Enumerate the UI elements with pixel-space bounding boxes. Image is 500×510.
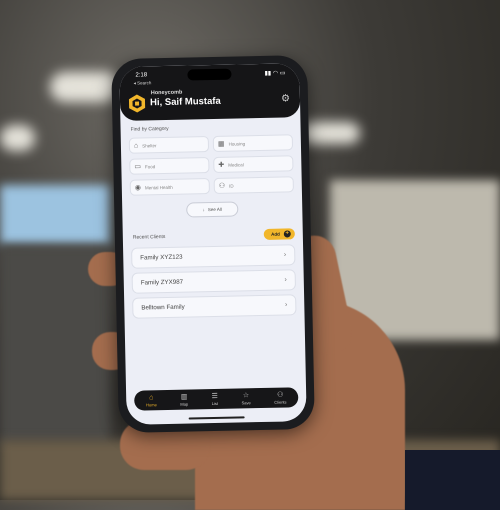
building-icon: ▦ xyxy=(217,140,225,148)
dynamic-island xyxy=(187,68,232,81)
plus-icon: + xyxy=(283,230,291,238)
home-icon: ⌂ xyxy=(149,393,154,401)
people-icon: ⚇ xyxy=(218,182,226,190)
category-medical[interactable]: ✚ Medical xyxy=(213,155,294,173)
list-icon: ☰ xyxy=(211,392,218,400)
tab-clients[interactable]: ⚇ Clients xyxy=(274,391,286,404)
ceiling-light xyxy=(300,122,360,144)
tab-home[interactable]: ⌂ Home xyxy=(146,394,157,407)
arrow-down-icon: ↓ xyxy=(202,207,205,213)
location-pin-icon: ◉ xyxy=(134,184,141,192)
ceiling-light xyxy=(50,72,120,102)
ceiling-light xyxy=(0,125,35,151)
phone: 2:18 ▮▮ ◠ ▭ ◂ Search Honeycomb Hi, Saif … xyxy=(111,54,315,434)
map-icon: ▥ xyxy=(180,393,188,401)
home-indicator xyxy=(188,416,245,420)
add-label: Add xyxy=(271,231,280,237)
food-icon: ▭ xyxy=(134,163,142,171)
home-icon: ⌂ xyxy=(133,142,139,150)
client-row[interactable]: Family ZYX987 › xyxy=(131,269,296,294)
phone-screen: 2:18 ▮▮ ◠ ▭ ◂ Search Honeycomb Hi, Saif … xyxy=(119,63,307,425)
tab-save[interactable]: ☆ Save xyxy=(241,391,251,405)
honeycomb-logo-icon xyxy=(128,94,146,113)
star-icon: ☆ xyxy=(242,391,250,399)
tab-list[interactable]: ☰ List xyxy=(212,392,219,405)
category-grid: ⌂ Shelter ▦ Housing ▭ Food ✚ Medical ◉ Mental… xyxy=(121,129,302,196)
recent-clients-title: Recent Clients xyxy=(132,233,166,241)
client-name: Family ZYX987 xyxy=(140,278,184,287)
status-icons: ▮▮ ◠ ▭ xyxy=(264,70,286,77)
sleeve xyxy=(405,450,500,510)
background-window xyxy=(0,185,110,245)
tab-map[interactable]: ▥ Map xyxy=(180,393,188,406)
chevron-right-icon: › xyxy=(284,301,288,309)
category-shelter[interactable]: ⌂ Shelter xyxy=(128,136,210,154)
chevron-right-icon: › xyxy=(284,276,287,284)
app-header: 2:18 ▮▮ ◠ ▭ ◂ Search Honeycomb Hi, Saif … xyxy=(119,63,301,121)
client-name: Family XYZ123 xyxy=(140,253,183,262)
clients-icon: ⚇ xyxy=(277,391,284,399)
recent-clients-list: Family XYZ123 › Family ZYX987 › Belltown F… xyxy=(123,239,305,319)
client-row[interactable]: Family XYZ123 › xyxy=(131,244,296,269)
category-housing[interactable]: ▦ Housing xyxy=(212,134,294,152)
add-client-button[interactable]: Add + xyxy=(263,228,295,240)
client-name: Belltown Family xyxy=(141,303,185,312)
category-id[interactable]: ⚇ ID xyxy=(213,176,294,194)
bottom-tab-bar: ⌂ Home ▥ Map ☰ List ☆ Save ⚇ Clients xyxy=(134,387,299,411)
greeting-title: Hi, Saif Mustafa xyxy=(149,95,221,109)
category-food[interactable]: ▭ Food xyxy=(129,157,210,175)
gear-icon[interactable]: ⚙ xyxy=(281,93,290,104)
see-all-button[interactable]: ↓ See All xyxy=(186,201,239,218)
medical-icon: ✚ xyxy=(218,161,225,169)
brand-name: Honeycomb xyxy=(150,89,183,97)
status-time: 2:18 xyxy=(135,72,148,79)
see-all-label: See All xyxy=(207,206,222,213)
category-mental-health[interactable]: ◉ Mental Health xyxy=(129,178,210,196)
chevron-right-icon: › xyxy=(283,251,287,259)
client-row[interactable]: Belltown Family › xyxy=(132,294,297,319)
